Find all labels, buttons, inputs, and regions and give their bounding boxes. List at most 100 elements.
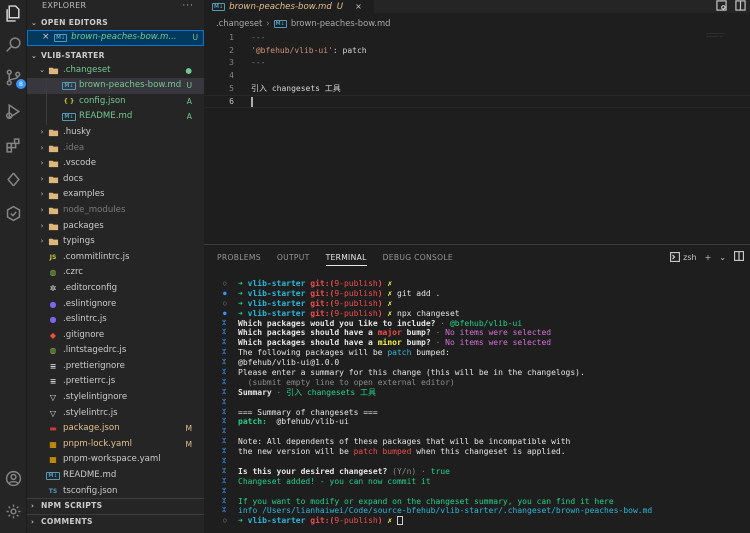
remote-explorer-icon[interactable] xyxy=(4,170,23,189)
split-terminal-icon[interactable] xyxy=(733,250,745,263)
open-editors-header[interactable]: ⌄ OPEN EDITORS xyxy=(27,16,204,30)
config-file-icon: ◍ xyxy=(49,346,57,356)
file-tree-item[interactable]: › .idea xyxy=(27,141,204,157)
terminal-segment: /Users/lianhaiwei/Code/source-bfehub/vli… xyxy=(262,506,653,516)
terminal-shell-selector[interactable]: zsh xyxy=(670,252,697,262)
file-tree-item[interactable]: JS .commitlintrc.js xyxy=(27,250,204,266)
file-tree-item[interactable]: { } config.json A xyxy=(27,93,204,110)
more-actions-icon[interactable]: ··· xyxy=(182,0,194,12)
file-tree-item[interactable]: ✲ .editorconfig xyxy=(27,281,204,297)
file-tree-item[interactable]: M↓ brown-peaches-bow.md U xyxy=(27,78,204,94)
file-tree-item[interactable]: › docs xyxy=(27,172,204,188)
file-tree-item[interactable]: TS tsconfig.json xyxy=(27,484,204,500)
file-tree-item[interactable]: › node_modules xyxy=(27,203,204,219)
file-tree-item[interactable]: ▦ pnpm-workspace.yaml xyxy=(27,452,204,468)
terminal-text: ➜ vlib-starter git:(9-publish) ✗ xyxy=(238,516,404,526)
editor-tab-brown-peaches-bow[interactable]: M↓ brown-peaches-bow.md U × xyxy=(204,0,374,13)
chevron-right-icon: › xyxy=(40,143,44,152)
new-terminal-icon[interactable]: + xyxy=(705,253,712,262)
source-control-icon[interactable]: 8 xyxy=(4,68,26,89)
explorer-files-icon[interactable] xyxy=(4,4,23,23)
panel-tab-problems[interactable]: PROBLEMS xyxy=(217,245,261,271)
file-tree-item[interactable]: ≡ .prettierignore xyxy=(27,359,204,375)
file-tree-item[interactable]: ▬ package.json M xyxy=(27,421,204,437)
testing-icon[interactable] xyxy=(4,204,23,223)
command-decoration-icon[interactable]: ● xyxy=(223,289,227,299)
open-editor-item[interactable]: × M↓ brown-peaches-bow.m... U xyxy=(27,30,204,46)
file-name: pnpm-workspace.yaml xyxy=(63,454,161,465)
file-tree-item[interactable]: › .vscode xyxy=(27,156,204,172)
account-icon[interactable] xyxy=(4,469,23,488)
settings-gear-icon[interactable] xyxy=(4,502,23,521)
breadcrumb-folder[interactable]: .changeset xyxy=(216,17,262,30)
chevron-right-icon: › xyxy=(40,174,44,183)
file-tree-item[interactable]: › typings xyxy=(27,234,204,250)
npm-scripts-header[interactable]: › NPM SCRIPTS xyxy=(27,499,204,513)
panel-tab-debug-console[interactable]: DEBUG CONSOLE xyxy=(383,245,453,271)
file-tree-item[interactable]: M↓ README.md xyxy=(27,468,204,484)
code-line: 6 xyxy=(204,95,750,109)
file-tree-item[interactable]: ▽ .stylelintignore xyxy=(27,390,204,406)
search-icon[interactable] xyxy=(4,35,23,54)
terminal-line: ᛯ xyxy=(204,427,750,437)
file-tree-item[interactable]: ● .eslintrc.js xyxy=(27,312,204,328)
terminal-segment: vlib-starter xyxy=(247,279,311,288)
minimap[interactable]: ——————— ————— — xyxy=(706,32,736,38)
command-decoration-icon[interactable]: ○ xyxy=(223,516,227,526)
file-tree-item[interactable]: ● .eslintignore xyxy=(27,297,204,313)
terminal-line: ᛯ === Summary of changesets === xyxy=(204,408,750,418)
file-name: config.json xyxy=(79,95,126,106)
tab-close-icon[interactable]: × xyxy=(355,2,362,11)
command-decoration-icon[interactable]: ○ xyxy=(223,279,227,289)
file-tree-item[interactable]: › .husky xyxy=(27,125,204,141)
panel-tab-terminal[interactable]: TERMINAL xyxy=(325,245,367,271)
comments-section[interactable]: › COMMENTS xyxy=(27,514,204,529)
explorer-title-text: EXPLORER xyxy=(42,1,87,10)
file-tree-item[interactable]: ▦ pnpm-lock.yaml M xyxy=(27,437,204,453)
file-tree-item[interactable]: ◍ .czrc xyxy=(27,265,204,281)
terminal-text: info /Users/lianhaiwei/Code/source-bfehu… xyxy=(238,506,652,516)
extensions-icon[interactable] xyxy=(4,136,23,155)
terminal-text: Note: All dependents of these packages t… xyxy=(238,437,570,447)
terminal-segment: vlib-starter xyxy=(247,288,311,298)
terminal-segment: Summary xyxy=(238,387,272,397)
file-tree-item[interactable]: ◆ .gitignore xyxy=(27,328,204,344)
split-editor-icon[interactable] xyxy=(735,0,746,14)
folder-icon xyxy=(47,142,59,154)
terminal-output[interactable]: ○ ➜ vlib-starter git:(9-publish) ✗ ● ➜ vlib… xyxy=(204,279,750,526)
terminal-line: ᛯ the new version will be patch bumped wh… xyxy=(204,447,750,457)
comments-header[interactable]: › COMMENTS xyxy=(27,515,204,529)
file-tree-item[interactable]: › examples xyxy=(27,187,204,203)
line-text: '@bfehub/vlib-ui': patch xyxy=(251,45,367,58)
command-decoration-icon[interactable]: ○ xyxy=(223,299,227,309)
file-tree-item[interactable]: ▽ .stylelintrc.js xyxy=(27,406,204,422)
file-tree-item[interactable]: ≡ .prettierrc.js xyxy=(27,374,204,390)
breadcrumb-file[interactable]: brown-peaches-bow.md xyxy=(291,17,391,30)
file-tree-item[interactable]: ⌄ .changeset ● xyxy=(27,63,204,79)
chevron-down-icon[interactable]: ⌄ xyxy=(719,253,726,262)
file-tree-item[interactable]: › packages xyxy=(27,219,204,235)
file-name: examples xyxy=(63,189,105,200)
terminal-segment: ✗ xyxy=(382,279,393,288)
markdown-file-icon: M↓ xyxy=(212,2,226,11)
code-editor[interactable]: 1 --- 2 '@bfehub/vlib-ui': patch 3 --- 4 5 引入 ch… xyxy=(204,32,750,109)
npm-scripts-section[interactable]: › NPM SCRIPTS xyxy=(27,498,204,513)
run-debug-icon[interactable] xyxy=(4,102,23,121)
file-tree-item[interactable]: M↓ README.md A xyxy=(27,109,204,125)
file-name: .lintstagedrc.js xyxy=(63,345,127,356)
stylelint-icon: ▽ xyxy=(49,408,57,418)
close-icon[interactable]: × xyxy=(42,30,54,46)
scm-badge: 8 xyxy=(16,79,26,89)
file-name: .changeset xyxy=(63,64,111,75)
folder-icon xyxy=(47,127,59,139)
project-header[interactable]: ⌄ VLIB-STARTER xyxy=(27,49,204,63)
open-preview-icon[interactable] xyxy=(716,0,727,14)
terminal-segment: 引入 changesets 工具 xyxy=(286,387,376,397)
terminal-segment: 9-publish xyxy=(334,288,378,298)
command-decoration-icon: ᛯ xyxy=(222,358,227,367)
code-token: --- xyxy=(251,33,266,42)
panel-tab-output[interactable]: OUTPUT xyxy=(277,245,310,271)
terminal-line: ᛯ Summary · 引入 changesets 工具 xyxy=(204,388,750,398)
command-decoration-icon[interactable]: ● xyxy=(223,309,227,319)
file-tree-item[interactable]: ◍ .lintstagedrc.js xyxy=(27,343,204,359)
